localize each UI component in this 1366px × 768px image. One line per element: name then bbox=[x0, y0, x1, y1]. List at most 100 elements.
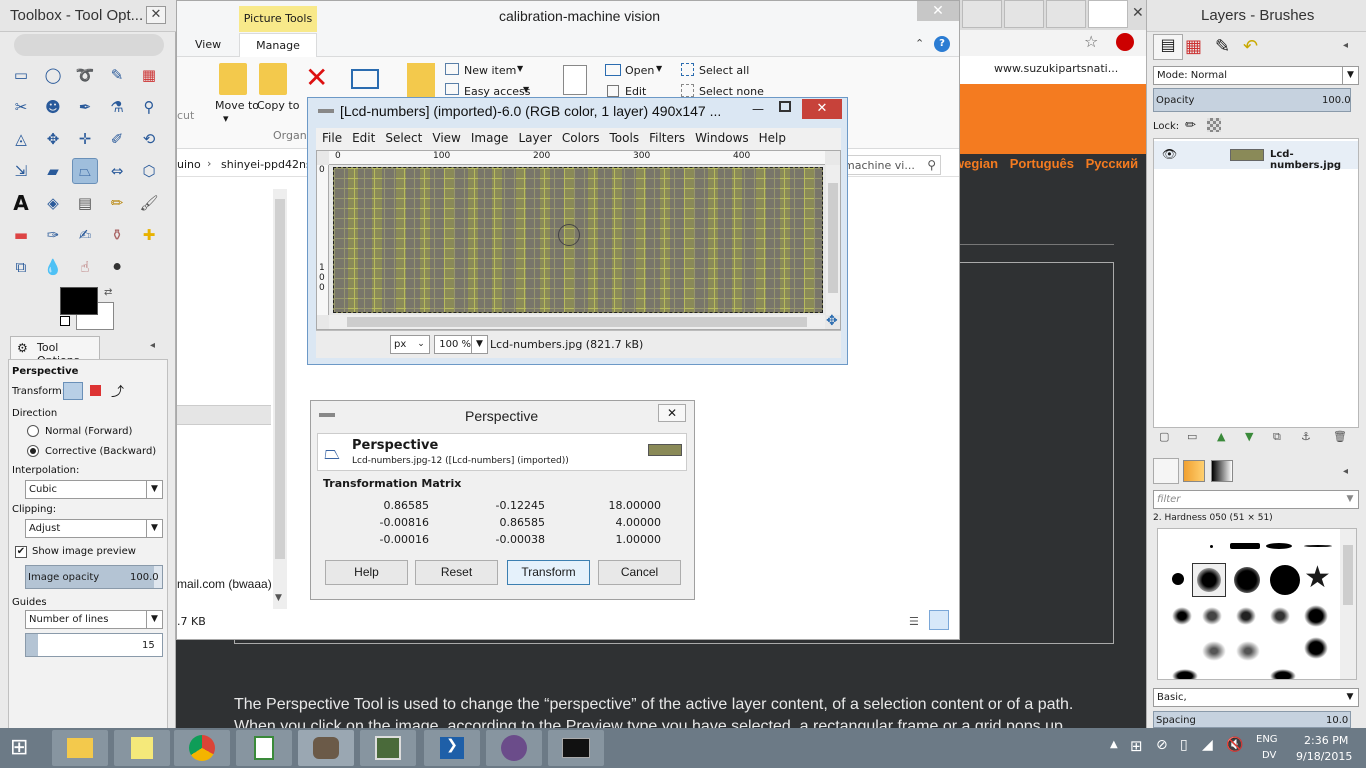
spacing-slider[interactable]: Spacing 10.0 bbox=[1153, 711, 1351, 728]
cancel-button[interactable]: Cancel bbox=[598, 560, 681, 585]
browser-tab-active[interactable] bbox=[1088, 0, 1128, 28]
browser-tab[interactable] bbox=[1046, 0, 1086, 28]
new-group-icon[interactable]: ▭ bbox=[1187, 430, 1197, 443]
guides-count-slider[interactable]: 15 bbox=[25, 633, 163, 657]
browser-tab[interactable] bbox=[1004, 0, 1044, 28]
lock-alpha-icon[interactable] bbox=[1207, 118, 1221, 132]
text-icon[interactable]: A bbox=[8, 190, 34, 216]
cmd-taskbar-button[interactable] bbox=[548, 730, 604, 766]
tab-manage[interactable]: Manage bbox=[239, 33, 317, 57]
copy-to-button[interactable]: Copy to bbox=[257, 99, 299, 112]
tab-gradients[interactable] bbox=[1211, 460, 1233, 482]
clone-icon[interactable]: ⚱ bbox=[104, 222, 130, 248]
foreground-select-icon[interactable]: ☻ bbox=[40, 94, 66, 120]
help-button[interactable]: Help bbox=[325, 560, 408, 585]
details-view-icon[interactable]: ☰ bbox=[909, 615, 919, 628]
signal-icon[interactable]: ◢ bbox=[1202, 737, 1213, 753]
tab-undo[interactable]: ↶ bbox=[1243, 36, 1258, 57]
media-taskbar-button[interactable] bbox=[360, 730, 416, 766]
unit-select[interactable]: px ⌄ bbox=[390, 335, 430, 354]
window-menu-icon[interactable] bbox=[318, 109, 334, 113]
free-select-icon[interactable]: ➰ bbox=[72, 62, 98, 88]
guides-select[interactable]: Number of lines ▼ bbox=[25, 610, 163, 629]
fuzzy-select-icon[interactable]: ✎ bbox=[104, 62, 130, 88]
transform-pivot-icon[interactable] bbox=[558, 224, 580, 246]
ink-icon[interactable]: ✍ bbox=[72, 222, 98, 248]
airbrush-icon[interactable]: ✑ bbox=[40, 222, 66, 248]
copy-folder-icon[interactable] bbox=[259, 63, 287, 95]
tab-channels[interactable]: ▦ bbox=[1185, 36, 1202, 57]
brush-item[interactable] bbox=[1234, 567, 1260, 593]
brush-item[interactable] bbox=[1304, 545, 1332, 547]
search-icon[interactable]: ⚲ bbox=[927, 158, 936, 172]
perspective-icon[interactable]: ⏢ bbox=[72, 158, 98, 184]
panel-menu-icon[interactable]: ◂ bbox=[1343, 466, 1348, 477]
properties-icon[interactable] bbox=[563, 65, 587, 95]
raise-layer-icon[interactable]: ▲ bbox=[1217, 430, 1225, 443]
move-to-button[interactable]: Move to bbox=[215, 99, 259, 112]
help-icon[interactable]: ? bbox=[934, 36, 950, 52]
language-link[interactable]: Português bbox=[1010, 156, 1074, 171]
brush-item[interactable] bbox=[1304, 605, 1328, 627]
brush-item-selected[interactable] bbox=[1192, 563, 1226, 597]
menu-filters[interactable]: Filters bbox=[649, 131, 685, 145]
layer-row[interactable]: 👁 Lcd-numbers.jpg bbox=[1154, 141, 1358, 171]
language-indicator[interactable]: ENG bbox=[1256, 734, 1278, 745]
cage-icon[interactable]: ⬡ bbox=[136, 158, 162, 184]
clock-date[interactable]: 9/18/2015 bbox=[1296, 750, 1352, 763]
color-picker-icon[interactable]: ⚗ bbox=[104, 94, 130, 120]
close-button[interactable]: ✕ bbox=[146, 6, 166, 24]
lock-pixels-icon[interactable]: ✏ bbox=[1185, 118, 1196, 133]
cut-label[interactable]: cut bbox=[177, 109, 194, 122]
new-item-button[interactable]: New item bbox=[464, 64, 516, 77]
mode-select[interactable]: Mode: Normal ▼ bbox=[1153, 66, 1359, 85]
tab-brushes[interactable] bbox=[1153, 458, 1179, 484]
scrollbar-thumb[interactable] bbox=[828, 183, 838, 293]
measure-icon[interactable]: ◬ bbox=[8, 126, 34, 152]
github-taskbar-button[interactable] bbox=[486, 730, 542, 766]
menu-select[interactable]: Select bbox=[385, 131, 422, 145]
ellipse-select-icon[interactable]: ◯ bbox=[40, 62, 66, 88]
menu-image[interactable]: Image bbox=[471, 131, 509, 145]
powershell-taskbar-button[interactable]: ❯ bbox=[424, 730, 480, 766]
clock-time[interactable]: 2:36 PM bbox=[1304, 734, 1348, 747]
brush-filter[interactable]: filter ▼ bbox=[1153, 490, 1359, 509]
scrollbar-thumb[interactable] bbox=[275, 199, 285, 559]
windows-icon[interactable]: ⊞ bbox=[1130, 737, 1143, 755]
brush-category-select[interactable]: Basic, ▼ bbox=[1153, 688, 1359, 707]
menu-view[interactable]: View bbox=[432, 131, 460, 145]
navigate-icon[interactable]: ✥ bbox=[826, 313, 838, 329]
move-folder-icon[interactable] bbox=[219, 63, 247, 95]
close-button[interactable]: ✕ bbox=[917, 1, 959, 21]
brush-item[interactable] bbox=[1230, 543, 1260, 549]
nav-selected-row[interactable] bbox=[177, 405, 271, 425]
close-icon[interactable]: ✕ bbox=[1132, 5, 1144, 21]
paintbrush-icon[interactable]: 🖌 bbox=[136, 190, 162, 216]
lcd-image-preview[interactable] bbox=[333, 167, 823, 313]
rotate-icon[interactable]: ⟲ bbox=[136, 126, 162, 152]
brush-item[interactable] bbox=[1304, 637, 1328, 659]
search-box[interactable]: machine vi... ⚲ bbox=[833, 155, 941, 175]
menu-tools[interactable]: Tools bbox=[610, 131, 640, 145]
language-link[interactable]: Русский bbox=[1086, 156, 1139, 171]
transform-layer-icon[interactable] bbox=[63, 382, 83, 400]
brush-item[interactable] bbox=[1210, 545, 1213, 548]
explorer-taskbar-button[interactable] bbox=[52, 730, 108, 766]
tab-tool-options[interactable]: ⚙ Tool Options bbox=[10, 336, 100, 367]
transform-button[interactable]: Transform bbox=[507, 560, 590, 585]
crop-icon[interactable]: ✐ bbox=[104, 126, 130, 152]
brush-item[interactable] bbox=[1270, 607, 1290, 625]
chevron-down-icon[interactable]: ▼ bbox=[275, 593, 282, 603]
brush-item[interactable] bbox=[1236, 607, 1256, 625]
rect-select-icon[interactable]: ▭ bbox=[8, 62, 34, 88]
maximize-button[interactable] bbox=[779, 101, 791, 112]
menu-layer[interactable]: Layer bbox=[518, 131, 551, 145]
flip-icon[interactable]: ⇔ bbox=[104, 158, 130, 184]
thumbnail-view-icon[interactable] bbox=[929, 610, 949, 630]
vertical-scrollbar[interactable] bbox=[826, 165, 840, 315]
battery-icon[interactable]: ▯ bbox=[1180, 737, 1188, 753]
sticky-notes-taskbar-button[interactable] bbox=[114, 730, 170, 766]
tab-paths[interactable]: ✎ bbox=[1215, 36, 1230, 57]
window-menu-icon[interactable] bbox=[319, 413, 335, 417]
blur-icon[interactable]: 💧 bbox=[40, 254, 66, 280]
